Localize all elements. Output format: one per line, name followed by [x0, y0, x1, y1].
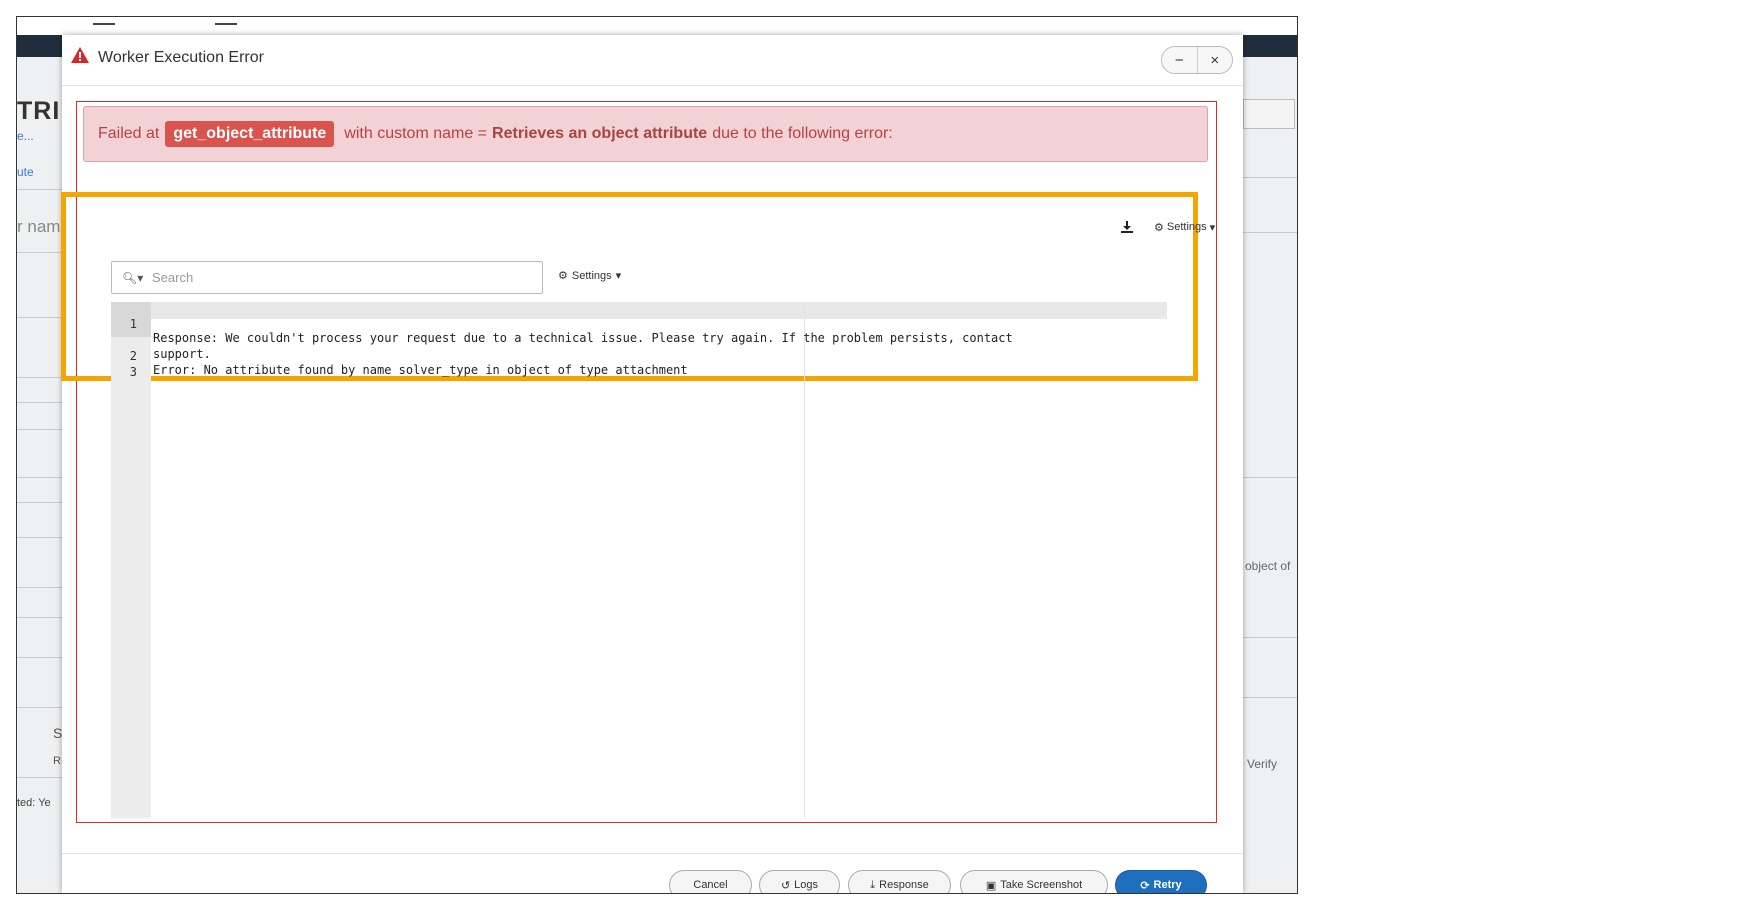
underscore-mark — [215, 17, 237, 25]
background-link[interactable]: ute — [17, 165, 34, 179]
refresh-icon: ⟳ — [1140, 879, 1150, 892]
response-button[interactable]: ⤓ Response — [848, 870, 951, 893]
cancel-button[interactable]: Cancel — [669, 870, 752, 893]
dialog-header: Worker Execution Error − × — [62, 35, 1243, 86]
editor-line: 2 Error: No attribute found by name solv… — [111, 335, 1167, 377]
editor-line: 1 Response: We couldn't process your req… — [111, 303, 1167, 345]
alert-middle: with custom name = — [344, 125, 488, 142]
logs-label: Logs — [794, 879, 819, 891]
step-name-badge: get_object_attribute — [165, 121, 335, 147]
screenshot-frame: TRI e... ute r nam S R ted: Ye object of… — [16, 16, 1298, 894]
background-brand: TRI — [17, 97, 61, 125]
custom-name: Retrieves an object attribute — [492, 125, 708, 142]
editor-settings-dropdown[interactable]: ⚙ Settings ▾ — [558, 269, 622, 283]
gear-icon: ⚙ — [558, 270, 568, 282]
output-toolbar: ⚙ Settings ▾ — [1120, 220, 1215, 234]
editor-line: 3 — [111, 351, 1167, 379]
alert-prefix: Failed at — [98, 125, 160, 142]
underscore-mark — [93, 17, 115, 25]
logs-button[interactable]: ↺ Logs — [759, 870, 840, 893]
screenshot-label: Take Screenshot — [1000, 879, 1083, 891]
code-editor[interactable]: 1 Response: We couldn't process your req… — [111, 302, 1167, 818]
history-icon: ↺ — [780, 879, 791, 892]
editor-line: support. — [111, 319, 1167, 361]
close-button[interactable]: × — [1198, 47, 1233, 73]
background-letter: S — [53, 725, 63, 741]
line-number: 3 — [129, 365, 137, 379]
background-right-panel: object of Verify — [1243, 57, 1297, 893]
print-margin — [804, 302, 805, 818]
background-link[interactable]: e... — [17, 129, 34, 143]
window-controls: − × — [1161, 46, 1233, 74]
settings-label: Settings — [1166, 221, 1207, 233]
download-icon: ⤓ — [870, 878, 876, 891]
background-right-text: object of — [1245, 559, 1291, 573]
search-input[interactable] — [150, 269, 534, 286]
gear-icon: ⚙ — [1154, 221, 1164, 234]
download-icon[interactable] — [1120, 220, 1134, 234]
image-icon: ▣ — [985, 879, 997, 892]
background-left-panel: TRI e... ute r nam S R ted: Ye — [17, 57, 67, 893]
editor-settings-label: Settings — [571, 269, 612, 282]
alert-suffix: due to the following error: — [712, 125, 893, 142]
settings-dropdown[interactable]: ⚙ Settings ▾ — [1154, 221, 1215, 234]
background-field-label: r nam — [17, 217, 61, 236]
retry-button[interactable]: ⟳ Retry — [1115, 870, 1207, 893]
take-screenshot-button[interactable]: ▣ Take Screenshot — [960, 870, 1108, 893]
error-alert: Failed at get_object_attribute with cust… — [83, 106, 1208, 162]
background-verify-link[interactable]: Verify — [1247, 757, 1277, 771]
background-shuffle-button[interactable] — [1243, 99, 1295, 129]
search-icon[interactable]: 🔍︎▾ — [122, 271, 143, 285]
search-box[interactable]: 🔍︎▾ — [111, 261, 543, 294]
response-label: Response — [879, 879, 929, 891]
background-letter: R — [53, 755, 61, 767]
caret-down-icon: ▾ — [1209, 221, 1216, 234]
worker-error-dialog: Worker Execution Error − × Failed at get… — [61, 35, 1243, 893]
retry-label: Retry — [1153, 879, 1182, 891]
minimize-button[interactable]: − — [1162, 47, 1198, 73]
background-status-text: ted: Ye — [17, 797, 51, 809]
dialog-title: Worker Execution Error — [98, 49, 264, 66]
warning-icon — [71, 47, 89, 63]
dialog-footer: Cancel ↺ Logs ⤓ Response ▣ Take Screensh… — [62, 853, 1243, 893]
cancel-label: Cancel — [693, 879, 728, 891]
caret-down-icon: ▾ — [615, 270, 622, 282]
